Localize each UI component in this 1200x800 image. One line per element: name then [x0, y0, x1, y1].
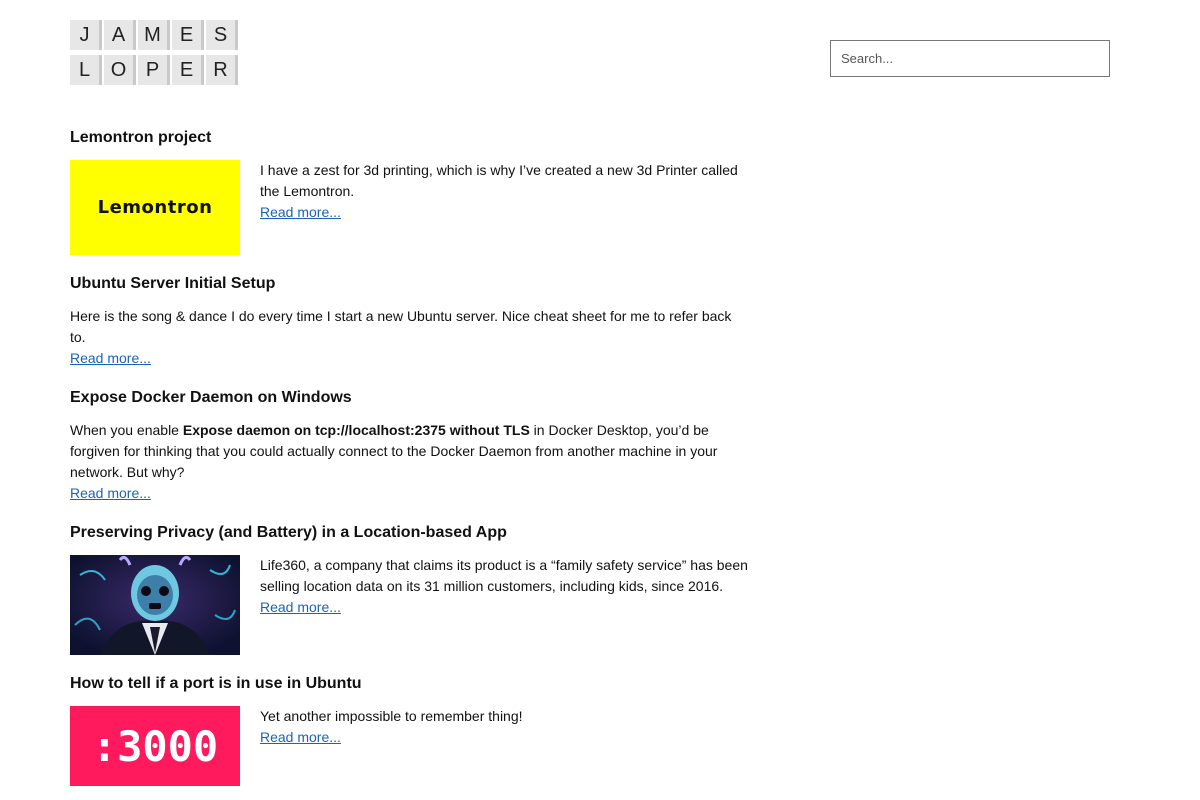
logo-letter: A — [104, 20, 136, 50]
logo-letter: S — [206, 20, 238, 50]
post-thumbnail[interactable]: :3000 — [70, 706, 240, 786]
thumbnail-logo-text: Lemontron — [97, 197, 213, 218]
read-more-link[interactable]: Read more... — [260, 727, 341, 748]
read-more-link[interactable]: Read more... — [260, 597, 341, 618]
post-body: Life360, a company that claims its produ… — [70, 555, 750, 655]
post-title[interactable]: How to tell if a port is in use in Ubunt… — [70, 674, 750, 693]
site-logo[interactable]: J A M E S L O P E R — [70, 20, 240, 90]
read-more-link[interactable]: Read more... — [70, 483, 151, 504]
excerpt-text: When you enable — [70, 422, 183, 438]
excerpt-bold-text: Expose daemon on tcp://localhost:2375 wi… — [182, 422, 530, 438]
logo-letter: L — [70, 55, 102, 85]
logo-letter: E — [172, 20, 204, 50]
post-body: Lemontron I have a zest for 3d printing,… — [70, 160, 750, 255]
post-excerpt: Life360, a company that claims its produ… — [260, 555, 750, 655]
logo-letter: R — [206, 55, 238, 85]
excerpt-text: Here is the song & dance I do every time… — [70, 308, 732, 345]
excerpt-text: I have a zest for 3d printing, which is … — [260, 162, 738, 199]
post-item: Lemontron project Lemontron I have a zes… — [70, 128, 750, 255]
excerpt-text: Yet another impossible to remember thing… — [260, 708, 523, 724]
post-excerpt: When you enable Expose daemon on tcp://l… — [70, 420, 750, 504]
excerpt-text: Life360, a company that claims its produ… — [260, 557, 748, 594]
post-excerpt: I have a zest for 3d printing, which is … — [260, 160, 750, 255]
post-thumbnail[interactable] — [70, 555, 240, 655]
logo-letter: P — [138, 55, 170, 85]
logo-letter: M — [138, 20, 170, 50]
post-excerpt: Here is the song & dance I do every time… — [70, 306, 750, 369]
thumbnail-port-text: :3000 — [91, 721, 219, 771]
post-excerpt: Yet another impossible to remember thing… — [260, 706, 750, 786]
post-title[interactable]: Expose Docker Daemon on Windows — [70, 388, 750, 407]
logo-row-last-name: L O P E R — [70, 55, 240, 85]
post-item: Preserving Privacy (and Battery) in a Lo… — [70, 523, 750, 655]
logo-letter: E — [172, 55, 204, 85]
logo-letter: J — [70, 20, 102, 50]
logo-row-first-name: J A M E S — [70, 20, 240, 50]
post-thumbnail[interactable]: Lemontron — [70, 160, 240, 255]
post-title[interactable]: Ubuntu Server Initial Setup — [70, 274, 750, 293]
post-item: How to tell if a port is in use in Ubunt… — [70, 674, 750, 786]
read-more-link[interactable]: Read more... — [260, 202, 341, 223]
search-input[interactable] — [830, 40, 1110, 77]
post-item: Expose Docker Daemon on Windows When you… — [70, 388, 750, 504]
post-body: :3000 Yet another impossible to remember… — [70, 706, 750, 786]
read-more-link[interactable]: Read more... — [70, 348, 151, 369]
masked-figure-illustration — [70, 555, 240, 655]
logo-letter: O — [104, 55, 136, 85]
post-title[interactable]: Lemontron project — [70, 128, 750, 147]
post-list: Lemontron project Lemontron I have a zes… — [70, 128, 750, 800]
post-title[interactable]: Preserving Privacy (and Battery) in a Lo… — [70, 523, 750, 542]
post-item: Ubuntu Server Initial Setup Here is the … — [70, 274, 750, 369]
